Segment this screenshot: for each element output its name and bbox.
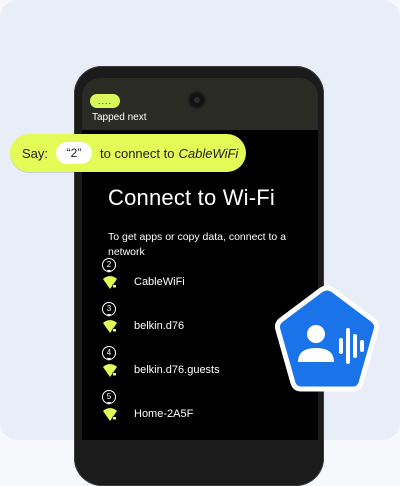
hint-network-name: CableWiFi xyxy=(178,145,239,161)
command-chip: “2” xyxy=(56,142,93,164)
network-name: CableWiFi xyxy=(134,276,185,288)
wifi-locked-icon xyxy=(103,276,117,289)
number-badge: 3 xyxy=(102,302,116,317)
status-bar: .... Tapped next xyxy=(82,78,318,130)
page-title: Connect to Wi-Fi xyxy=(108,185,276,210)
hint-middle-text: to connect to xyxy=(100,145,175,161)
voice-command-hint: Say: “2” to connect to CableWiFi xyxy=(10,134,246,172)
network-name: Home-2A5F xyxy=(134,408,194,420)
voice-access-icon xyxy=(274,285,380,392)
wifi-locked-icon xyxy=(103,364,117,377)
network-item[interactable]: 5 Home-2A5F xyxy=(82,390,318,432)
number-badge: 5 xyxy=(102,390,116,405)
voice-status-pill: .... xyxy=(90,94,120,108)
page-subtitle: To get apps or copy data, connect to a n… xyxy=(108,231,287,258)
number-badge: 2 xyxy=(102,258,116,273)
number-badge: 4 xyxy=(102,346,116,361)
wifi-locked-icon xyxy=(103,408,117,421)
wifi-locked-icon xyxy=(103,320,117,333)
front-camera xyxy=(190,93,204,107)
network-name: belkin.d76 xyxy=(134,320,185,332)
network-name: belkin.d76.guests xyxy=(134,364,220,376)
tapped-feedback: Tapped next xyxy=(92,112,147,123)
say-label: Say: xyxy=(22,145,49,161)
